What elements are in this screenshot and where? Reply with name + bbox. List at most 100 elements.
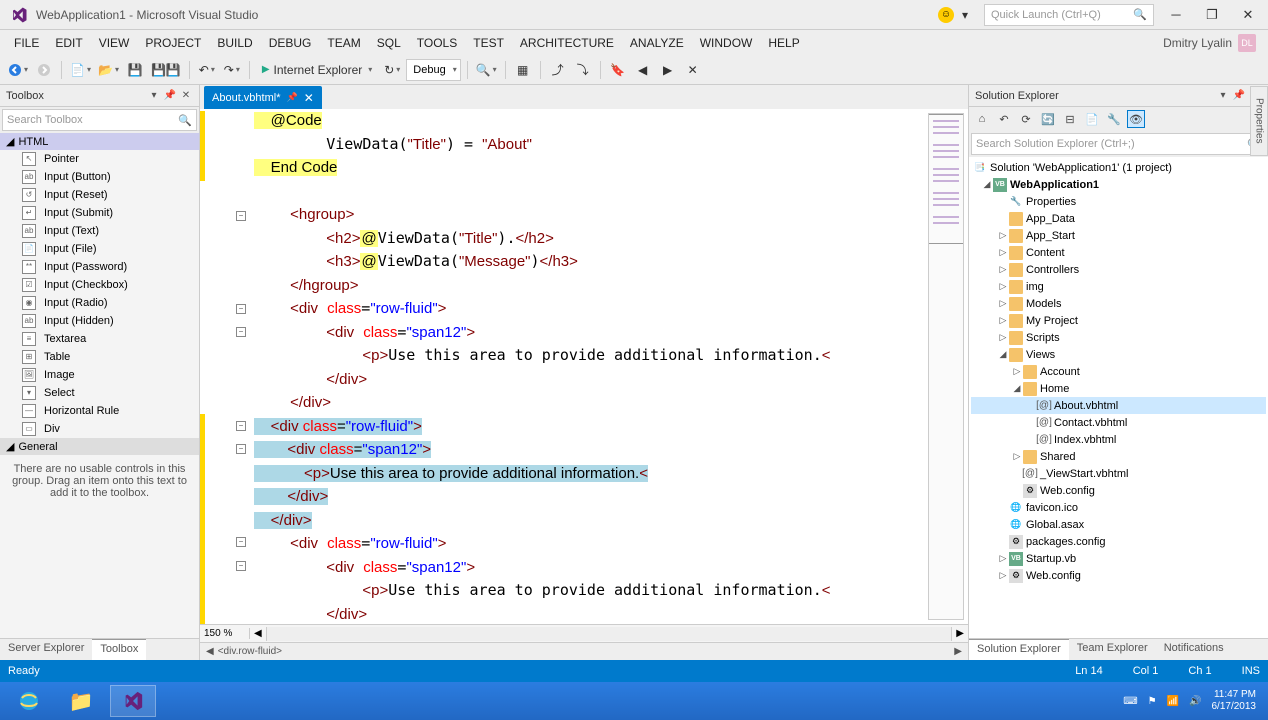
tree-contact-vbhtml[interactable]: [@]Contact.vbhtml <box>971 414 1266 431</box>
tree-views-webconfig[interactable]: ⚙Web.config <box>971 482 1266 499</box>
action-center-icon[interactable]: ⚑ <box>1148 696 1157 707</box>
tree-index-vbhtml[interactable]: [@]Index.vbhtml <box>971 431 1266 448</box>
redo-button[interactable]: ↷▾ <box>221 59 243 81</box>
toolbox-item-div[interactable]: ▭Div <box>0 420 199 438</box>
tree-packages-config[interactable]: ⚙packages.config <box>971 533 1266 550</box>
step-over-button[interactable]: ⤵ <box>572 59 594 81</box>
properties-icon[interactable]: 🔧 <box>1105 110 1123 128</box>
toolbox-close-icon[interactable]: ✕ <box>179 89 193 103</box>
fold-icon[interactable]: − <box>236 444 246 454</box>
tree-models[interactable]: ▷Models <box>971 295 1266 312</box>
editor-breadcrumb[interactable]: ◀ <div.row-fluid> ▶ <box>200 642 968 660</box>
keyboard-icon[interactable]: ⌨ <box>1123 696 1137 707</box>
toolbox-item-input-password[interactable]: **Input (Password) <box>0 258 199 276</box>
zoom-level[interactable]: 150 % <box>200 628 250 639</box>
tree-img[interactable]: ▷img <box>971 278 1266 295</box>
tree-home[interactable]: ◢Home <box>971 380 1266 397</box>
minimize-button[interactable]: ─ <box>1162 4 1190 26</box>
tree-controllers[interactable]: ▷Controllers <box>971 261 1266 278</box>
step-out-button[interactable]: ⤴ <box>547 59 569 81</box>
bookmark-clear-button[interactable]: ✕ <box>682 59 704 81</box>
fold-icon[interactable]: − <box>236 537 246 547</box>
comment-button[interactable]: ▦ <box>512 59 534 81</box>
restore-button[interactable]: ❐ <box>1198 4 1226 26</box>
tree-startup-vb[interactable]: ▷VBStartup.vb <box>971 550 1266 567</box>
taskbar-file-explorer-icon[interactable]: 📁 <box>58 685 104 717</box>
toolbox-item-image[interactable]: 🖼Image <box>0 366 199 384</box>
tree-my-project[interactable]: ▷My Project <box>971 312 1266 329</box>
toolbox-dropdown-icon[interactable]: ▾ <box>147 89 161 103</box>
toolbox-item-input-hidden[interactable]: abInput (Hidden) <box>0 312 199 330</box>
toolbox-item-input-radio[interactable]: ◉Input (Radio) <box>0 294 199 312</box>
menu-debug[interactable]: DEBUG <box>261 32 320 54</box>
bookmark-button[interactable]: 🔖 <box>607 59 629 81</box>
toolbox-item-input-button[interactable]: abInput (Button) <box>0 168 199 186</box>
new-project-button[interactable]: 📄▾ <box>68 59 93 81</box>
menu-build[interactable]: BUILD <box>209 32 260 54</box>
menu-window[interactable]: WINDOW <box>692 32 761 54</box>
menu-project[interactable]: PROJECT <box>137 32 209 54</box>
nav-forward-button[interactable] <box>33 59 55 81</box>
network-icon[interactable]: 📶 <box>1167 696 1179 707</box>
user-avatar[interactable]: DL <box>1238 34 1256 52</box>
browser-link-refresh-button[interactable]: ↻▾ <box>381 59 403 81</box>
back-icon[interactable]: ↶ <box>995 110 1013 128</box>
notifications-filter-icon[interactable]: ▾ <box>962 8 976 22</box>
menu-view[interactable]: VIEW <box>91 32 138 54</box>
taskbar-ie-icon[interactable] <box>6 685 52 717</box>
toolbox-group-html[interactable]: ◢ HTML <box>0 133 199 150</box>
save-button[interactable]: 💾 <box>124 59 146 81</box>
quick-launch-input[interactable]: Quick Launch (Ctrl+Q) 🔍 <box>984 4 1154 26</box>
menu-sql[interactable]: SQL <box>369 32 409 54</box>
pin-icon[interactable]: 📌 <box>286 92 297 103</box>
tree-favicon[interactable]: 🌐favicon.ico <box>971 499 1266 516</box>
tree-viewstart[interactable]: [@]_ViewStart.vbhtml <box>971 465 1266 482</box>
tree-scripts[interactable]: ▷Scripts <box>971 329 1266 346</box>
toolbox-item-table[interactable]: ⊞Table <box>0 348 199 366</box>
tab-notifications[interactable]: Notifications <box>1156 639 1232 660</box>
toolbox-item-textarea[interactable]: ≡Textarea <box>0 330 199 348</box>
toolbox-pin-icon[interactable]: 📌 <box>163 89 177 103</box>
tree-project[interactable]: ◢VBWebApplication1 <box>971 176 1266 193</box>
code-minimap[interactable] <box>928 113 964 620</box>
toolbox-item-input-text[interactable]: abInput (Text) <box>0 222 199 240</box>
signed-in-user[interactable]: Dmitry Lyalin <box>1163 36 1232 50</box>
tree-content[interactable]: ▷Content <box>971 244 1266 261</box>
toolbox-item-input-checkbox[interactable]: ☑Input (Checkbox) <box>0 276 199 294</box>
toolbox-item-select[interactable]: ▾Select <box>0 384 199 402</box>
toolbox-search-input[interactable]: Search Toolbox 🔍 <box>2 109 197 131</box>
tab-toolbox[interactable]: Toolbox <box>92 639 146 660</box>
tree-properties[interactable]: 🔧Properties <box>971 193 1266 210</box>
horizontal-scrollbar[interactable] <box>266 627 953 641</box>
close-tab-icon[interactable]: ✕ <box>304 91 314 105</box>
toolbox-item-input-submit[interactable]: ↵Input (Submit) <box>0 204 199 222</box>
menu-analyze[interactable]: ANALYZE <box>622 32 692 54</box>
sync-icon[interactable]: ⟳ <box>1017 110 1035 128</box>
toolbox-item-input-reset[interactable]: ↺Input (Reset) <box>0 186 199 204</box>
menu-help[interactable]: HELP <box>760 32 807 54</box>
tree-solution[interactable]: 📑Solution 'WebApplication1' (1 project) <box>971 159 1266 176</box>
menu-architecture[interactable]: ARCHITECTURE <box>512 32 622 54</box>
fold-icon[interactable]: − <box>236 327 246 337</box>
tab-team-explorer[interactable]: Team Explorer <box>1069 639 1156 660</box>
scroll-left-icon[interactable]: ◀ <box>250 628 266 639</box>
collapse-icon[interactable]: ⊟ <box>1061 110 1079 128</box>
tab-server-explorer[interactable]: Server Explorer <box>0 639 92 660</box>
panel-pin-icon[interactable]: 📌 <box>1232 89 1246 103</box>
find-in-files-button[interactable]: 🔍▾ <box>474 59 499 81</box>
panel-dropdown-icon[interactable]: ▾ <box>1216 89 1230 103</box>
document-tab-about[interactable]: About.vbhtml* 📌 ✕ <box>204 86 322 109</box>
tree-views[interactable]: ◢Views <box>971 346 1266 363</box>
refresh-icon[interactable]: 🔄 <box>1039 110 1057 128</box>
fold-icon[interactable]: − <box>236 211 246 221</box>
fold-icon[interactable]: − <box>236 421 246 431</box>
volume-icon[interactable]: 🔊 <box>1189 696 1201 707</box>
tree-account[interactable]: ▷Account <box>971 363 1266 380</box>
nav-back-button[interactable]: ▾ <box>6 59 30 81</box>
open-file-button[interactable]: 📂▾ <box>96 59 121 81</box>
menu-file[interactable]: FILE <box>6 32 47 54</box>
close-button[interactable]: ✕ <box>1234 4 1262 26</box>
tree-global-asax[interactable]: 🌐Global.asax <box>971 516 1266 533</box>
menu-test[interactable]: TEST <box>465 32 512 54</box>
taskbar-visual-studio-icon[interactable] <box>110 685 156 717</box>
